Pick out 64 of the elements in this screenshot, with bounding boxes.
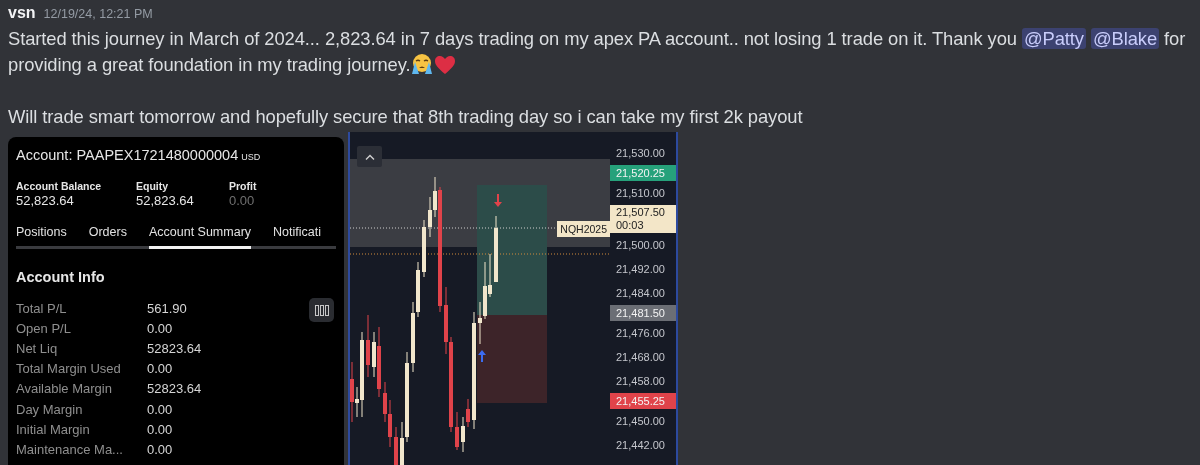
up-arrow-icon [478,350,486,362]
price-tick: 21,500.00 [615,238,666,253]
info-label: Initial Margin [16,421,91,437]
info-value: 52823.64 [147,381,202,397]
user-mention[interactable]: @Blake [1090,28,1159,49]
username[interactable]: vsn [8,4,36,22]
down-arrow-icon [494,194,502,207]
timestamp: 12/19/24, 12:21 PM [43,7,153,21]
candle [366,314,370,378]
message-text: Started this journey in March of 2024... 2,823.64 in 7 days trading on my apex PA account.. not losing 1 trade on it. Thank you @Patty @Blake for providing a great foundation in my trading journey. [8,27,1187,77]
chevron-up-icon [364,153,375,160]
user-mention[interactable]: @Patty [1021,28,1086,49]
stat-value: 0.00 [229,193,256,208]
stat-label: Account Balance [16,180,103,192]
info-value: 0.00 [147,320,174,336]
columns-button[interactable] [309,298,334,322]
price-tick: 21,476.00 [615,326,666,341]
info-label: Maintenance Ma... [16,441,124,457]
columns-icon [314,304,329,316]
currency-label: USD [241,152,261,162]
info-value: 0.00 [147,441,174,457]
account-label: Account: PAAPEX1721480000004 [16,147,239,163]
tab[interactable]: Notificati [273,222,321,249]
tab[interactable]: Positions [16,222,67,249]
stat-value: 52,823.64 [136,193,195,208]
info-label: Open P/L [16,320,72,336]
info-label: Net Liq [16,340,59,356]
info-value: 561.90 [147,300,188,316]
current-price: 21,507.50 [616,206,666,219]
candle [422,219,426,278]
collapse-button[interactable] [357,146,382,167]
price-tick: 21,530.00 [615,146,666,161]
tab[interactable]: Account Summary [148,222,252,249]
stat-label: Equity [136,180,170,192]
price-tick: 21,484.00 [615,286,666,301]
price-tick: 21,450.00 [615,414,666,429]
info-label: Day Margin [16,401,84,417]
price-tick: 21,492.00 [615,262,666,277]
info-value: 0.00 [147,401,174,417]
price-tick: 21,442.00 [615,438,666,453]
info-label: Available Margin [16,381,113,397]
info-value: 0.00 [147,361,174,377]
tab[interactable]: Orders [88,222,127,249]
symbol-label: NQH2025 [557,221,610,237]
message-text: Will trade smart tomorrow and hopefully secure that 8th trading day so i can take my first 2k payout [8,105,804,129]
heart-icon [434,55,457,75]
candle [494,215,498,283]
price-badge: 21,481.50 [610,305,676,321]
price-tick: 21,468.00 [615,350,666,365]
section-title: Account Info [16,269,106,285]
candle [455,411,459,451]
stat-label: Profit [229,180,257,192]
countdown: 00:03 [616,219,645,232]
stat-value: 52,823.64 [16,193,75,208]
info-label: Total Margin Used [16,361,122,377]
price-badge: 21,455.25 [610,393,676,409]
price-badge: 21,520.25 [610,165,676,181]
info-label: Total P/L [16,300,68,316]
price-tick: 21,510.00 [615,186,666,201]
candle [394,426,398,465]
info-value: 0.00 [147,421,174,437]
crying-face-icon [411,53,434,75]
info-value: 52823.64 [147,340,202,356]
price-tick: 21,458.00 [615,374,666,389]
